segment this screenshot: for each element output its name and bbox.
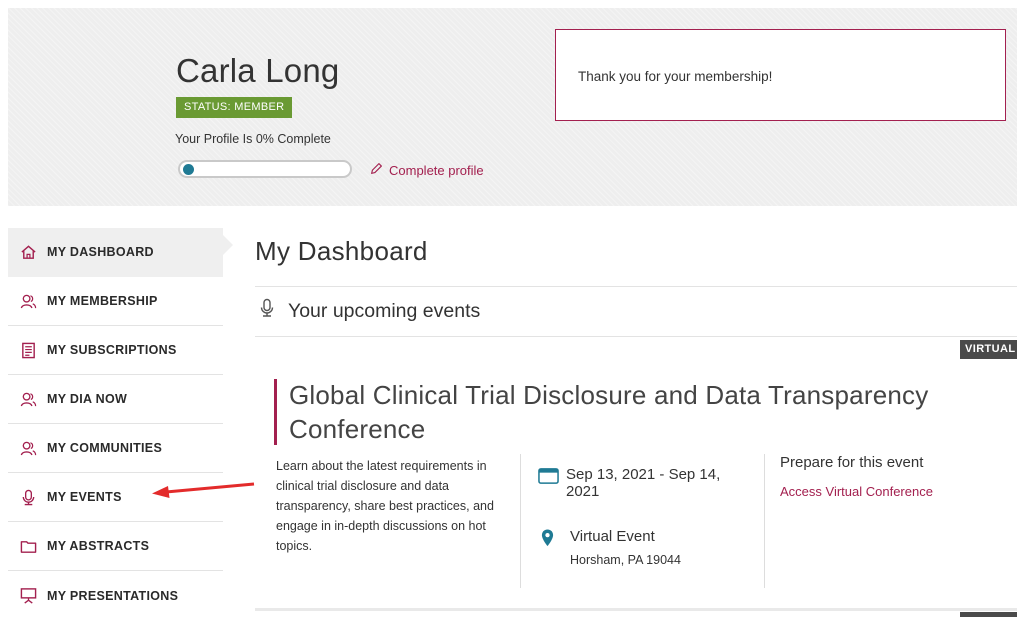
users-icon [20, 391, 37, 408]
event-description: Learn about the latest requirements in c… [276, 459, 494, 553]
users-icon [20, 440, 37, 457]
column-divider [520, 454, 521, 588]
event-date-text: Sep 13, 2021 - Sep 14, 2021 [566, 466, 721, 500]
page-title: My Dashboard [255, 236, 428, 266]
access-virtual-conference-link[interactable]: Access Virtual Conference [780, 484, 933, 499]
document-icon [20, 342, 37, 359]
microphone-icon [258, 298, 288, 324]
upcoming-events-heading: Your upcoming events [258, 298, 480, 324]
sidebar-item-label: MY COMMUNITIES [47, 441, 163, 455]
profile-header: Carla Long STATUS: MEMBER Your Profile I… [8, 8, 1017, 206]
sidebar-item-dia-now[interactable]: MY DIA NOW [8, 375, 223, 424]
complete-profile-label: Complete profile [389, 162, 484, 178]
event-title[interactable]: Global Clinical Trial Disclosure and Dat… [289, 378, 1009, 446]
section-title-text: Your upcoming events [288, 299, 481, 322]
sidebar-item-abstracts[interactable]: MY ABSTRACTS [8, 522, 223, 571]
sidebar-item-subscriptions[interactable]: MY SUBSCRIPTIONS [8, 326, 223, 375]
sidebar-item-membership[interactable]: MY MEMBERSHIP [8, 277, 223, 326]
complete-profile-link[interactable]: Complete profile [370, 162, 484, 178]
sidebar-item-label: MY ABSTRACTS [47, 539, 150, 553]
folder-icon [20, 538, 37, 555]
location-name: Virtual Event [570, 528, 655, 545]
sidebar-item-communities[interactable]: MY COMMUNITIES [8, 424, 223, 473]
pencil-icon [370, 162, 383, 178]
sidebar-item-presentations[interactable]: MY PRESENTATIONS [8, 571, 223, 620]
event-type-tag: VIRTUAL [960, 340, 1017, 359]
event-location: Virtual Event Horsham, PA 19044 [538, 527, 681, 567]
home-icon [20, 244, 37, 261]
sidebar-item-label: MY MEMBERSHIP [47, 294, 158, 308]
prepare-heading: Prepare for this event [780, 454, 924, 471]
sidebar-item-label: MY DASHBOARD [47, 245, 154, 259]
calendar-icon [538, 466, 566, 490]
membership-message: Thank you for your membership! [578, 69, 773, 84]
microphone-icon [20, 489, 37, 506]
profile-progress-bar [178, 160, 352, 178]
active-item-pointer [223, 235, 233, 255]
sidebar-item-label: MY PRESENTATIONS [47, 588, 179, 603]
sidebar-nav: MY DASHBOARD MY MEMBERSHIP MY SUBSCRIPTI… [8, 228, 223, 620]
next-event-tag [960, 612, 1017, 617]
users-icon [20, 293, 37, 310]
divider [255, 336, 1017, 337]
sidebar-item-label: MY SUBSCRIPTIONS [47, 343, 177, 357]
presentation-icon [20, 587, 37, 604]
card-bottom-border [255, 608, 1017, 611]
user-name: Carla Long [176, 52, 340, 89]
column-divider [764, 454, 765, 588]
profile-completion-text: Your Profile Is 0% Complete [175, 132, 331, 146]
location-address: Horsham, PA 19044 [570, 553, 681, 567]
status-badge: STATUS: MEMBER [176, 97, 293, 118]
map-pin-icon [538, 527, 570, 552]
membership-message-box: Thank you for your membership! [555, 29, 1006, 121]
event-accent-bar [274, 379, 277, 445]
event-date: Sep 13, 2021 - Sep 14, 2021 [538, 466, 746, 500]
divider [255, 286, 1017, 287]
sidebar-item-label: MY DIA NOW [47, 392, 128, 406]
sidebar-item-label: MY EVENTS [47, 490, 122, 504]
sidebar-item-dashboard[interactable]: MY DASHBOARD [8, 228, 223, 277]
annotation-arrow [152, 482, 255, 498]
progress-indicator [183, 164, 194, 175]
